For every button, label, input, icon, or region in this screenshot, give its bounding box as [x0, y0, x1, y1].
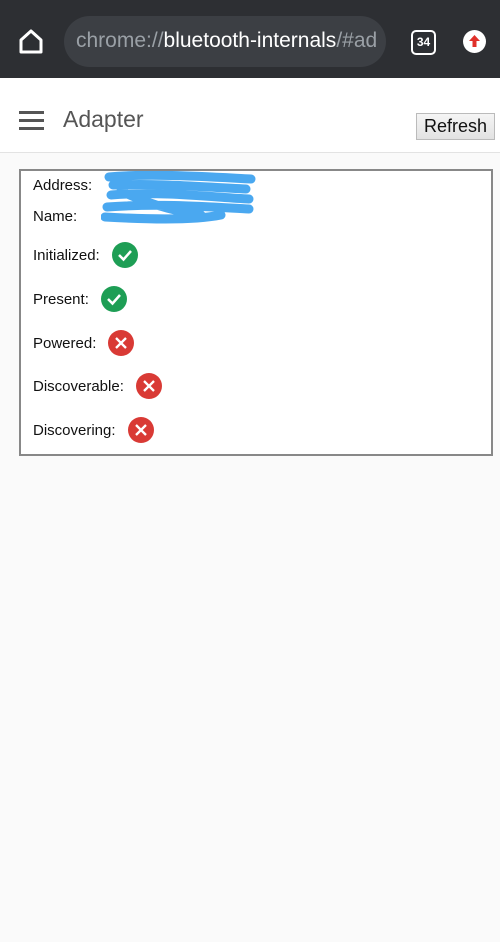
update-icon[interactable]	[463, 30, 486, 53]
address-label: Address:	[33, 177, 93, 194]
check-icon	[111, 242, 138, 268]
cross-icon	[135, 373, 162, 399]
status-row: Powered:	[33, 330, 135, 356]
status-label: Powered:	[33, 334, 97, 352]
status-label: Initialized:	[33, 246, 100, 264]
url-scheme: chrome://	[76, 29, 164, 52]
app-header: Adapter Refresh	[0, 78, 500, 153]
address-row: Address:	[33, 177, 106, 194]
redaction-scribble	[101, 171, 256, 224]
page-title: Adapter	[63, 106, 144, 132]
check-icon	[100, 286, 127, 312]
browser-toolbar: chrome://bluetooth-internals/#ad 34	[0, 0, 500, 78]
adapter-info-panel: Address: Name: Initialized: Present: Power…	[19, 169, 493, 456]
url-host: bluetooth-internals	[163, 29, 337, 52]
status-row: Initialized:	[33, 242, 138, 268]
status-label: Discovering:	[33, 421, 116, 439]
url-path: /#ad	[336, 29, 378, 52]
name-label: Name:	[33, 208, 78, 225]
hamburger-menu-icon[interactable]	[19, 111, 44, 135]
home-icon[interactable]	[17, 27, 45, 55]
status-row: Discovering:	[33, 417, 154, 443]
status-label: Discoverable:	[33, 377, 124, 395]
address-bar[interactable]: chrome://bluetooth-internals/#ad	[64, 16, 386, 67]
status-label: Present:	[33, 290, 89, 308]
refresh-button[interactable]: Refresh	[416, 113, 495, 140]
status-row: Discoverable:	[33, 373, 162, 399]
cross-icon	[127, 417, 154, 443]
cross-icon	[108, 330, 135, 356]
status-row: Present:	[33, 286, 127, 312]
name-row: Name:	[33, 208, 91, 225]
tab-switcher-button[interactable]: 34	[411, 30, 436, 55]
